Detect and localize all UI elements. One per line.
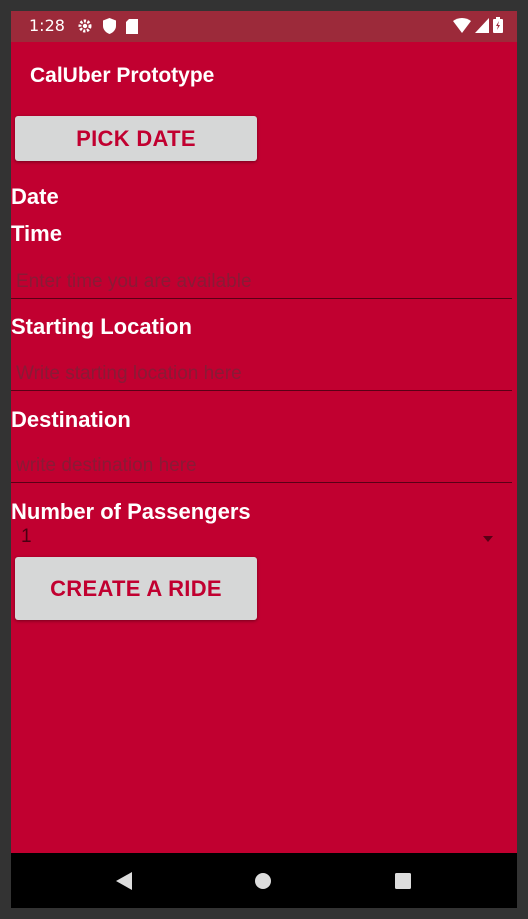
phone-screen: 1:28 CalUber Prototype PICK DATE Date Ti…: [11, 11, 517, 908]
passengers-label: Number of Passengers: [11, 499, 251, 524]
signal-icon: [475, 17, 489, 37]
back-icon[interactable]: [111, 868, 137, 894]
gear-icon: [77, 18, 93, 38]
wifi-icon: [453, 17, 471, 37]
home-icon[interactable]: [250, 868, 276, 894]
time-label: Time: [11, 221, 62, 246]
device-frame: 1:28 CalUber Prototype PICK DATE Date Ti…: [0, 0, 528, 919]
destination-label: Destination: [11, 407, 131, 432]
time-input[interactable]: [11, 265, 512, 299]
create-ride-form: PICK DATE Date Time Starting Location De…: [11, 109, 517, 853]
status-icons-right: [453, 17, 503, 37]
app-bar: CalUber Prototype: [11, 42, 517, 109]
starting-location-input[interactable]: [11, 357, 512, 391]
status-time: 1:28: [29, 16, 65, 35]
battery-icon: [493, 17, 503, 37]
navigation-bar: [11, 853, 517, 908]
date-label: Date: [11, 184, 59, 209]
sd-card-icon: [126, 18, 138, 38]
passengers-spinner[interactable]: 1: [11, 524, 501, 554]
destination-input[interactable]: [11, 449, 512, 483]
status-bar: 1:28: [11, 11, 517, 42]
recents-icon[interactable]: [390, 868, 416, 894]
status-icons-left: [77, 18, 138, 38]
dropdown-arrow-icon: [483, 536, 493, 542]
pick-date-button[interactable]: PICK DATE: [15, 116, 257, 161]
starting-location-label: Starting Location: [11, 314, 192, 339]
shield-icon: [103, 18, 116, 38]
passengers-selected-value: 1: [21, 526, 32, 547]
app-title: CalUber Prototype: [30, 64, 215, 87]
create-ride-button[interactable]: CREATE A RIDE: [15, 557, 257, 620]
